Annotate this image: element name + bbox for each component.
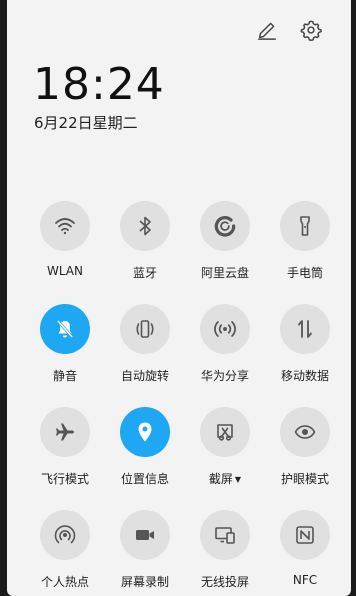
toggle-label: 无线投屏 xyxy=(200,575,249,589)
toggle-label: WLAN xyxy=(46,264,83,278)
pencil-icon[interactable] xyxy=(253,16,281,44)
toggle-huawei-share[interactable]: 华为分享 xyxy=(185,304,265,384)
toggle-screen-record[interactable]: 屏幕录制 xyxy=(105,510,185,590)
eye-comfort-circle[interactable] xyxy=(280,407,330,457)
toggle-label: 静音 xyxy=(52,369,77,383)
toggle-auto-rotate[interactable]: 自动旋转 xyxy=(105,304,185,384)
toggle-wlan[interactable]: WLAN xyxy=(25,201,105,278)
dropdown-caret-icon[interactable]: ▼ xyxy=(235,475,241,484)
quick-settings-panel: 18:24 6月22日星期二 WLAN 蓝牙 阿里云盘 手电筒 静音 自动旋转 … xyxy=(7,0,351,596)
toggle-label: 截屏 ▼ xyxy=(185,470,265,487)
airplane-circle[interactable] xyxy=(40,407,90,457)
bluetooth-icon xyxy=(139,216,151,236)
screen-record-circle[interactable] xyxy=(120,510,170,560)
toggle-flashlight[interactable]: 手电筒 xyxy=(265,201,345,281)
screenshot-label-text: 截屏 xyxy=(208,472,233,486)
huawei-share-circle[interactable] xyxy=(200,304,250,354)
gear-icon[interactable] xyxy=(297,16,325,44)
nfc-icon xyxy=(296,526,314,544)
location-pin-icon xyxy=(138,422,152,442)
toggle-screenshot[interactable]: 截屏 ▼ xyxy=(185,407,265,487)
toggle-screen-cast[interactable]: 无线投屏 xyxy=(185,510,265,590)
bluetooth-circle[interactable] xyxy=(120,201,170,251)
auto-rotate-circle[interactable] xyxy=(120,304,170,354)
toggle-label: 飞行模式 xyxy=(40,472,89,486)
nfc-circle[interactable] xyxy=(280,510,330,560)
toggle-bluetooth[interactable]: 蓝牙 xyxy=(105,201,185,281)
hotspot-circle[interactable] xyxy=(40,510,90,560)
toggle-mute[interactable]: 静音 xyxy=(25,304,105,384)
aliyun-circle[interactable] xyxy=(200,201,250,251)
cloud-drive-icon xyxy=(214,216,236,237)
screen-cast-circle[interactable] xyxy=(200,510,250,560)
hotspot-icon xyxy=(54,525,76,544)
mobile-data-circle[interactable] xyxy=(280,304,330,354)
toggle-label: 阿里云盘 xyxy=(200,266,249,280)
flashlight-icon xyxy=(300,216,310,236)
screen-cast-icon xyxy=(215,527,235,544)
date-text: 6月22日星期二 xyxy=(34,114,138,132)
mobile-data-icon xyxy=(298,320,312,338)
toggle-label: 护眼模式 xyxy=(280,472,329,486)
toggle-label: 蓝牙 xyxy=(132,266,157,280)
share-signal-icon xyxy=(214,321,236,337)
video-record-icon xyxy=(136,530,154,540)
bell-muted-icon xyxy=(56,320,74,338)
toggle-hotspot[interactable]: 个人热点 xyxy=(25,510,105,590)
toggle-mobile-data[interactable]: 移动数据 xyxy=(265,304,345,384)
toggle-eye-comfort[interactable]: 护眼模式 xyxy=(265,407,345,487)
auto-rotate-icon xyxy=(136,320,154,338)
toggle-airplane[interactable]: 飞行模式 xyxy=(25,407,105,487)
header-actions xyxy=(253,16,325,44)
toggle-label: 个人热点 xyxy=(40,575,89,589)
clock-time: 18:24 xyxy=(33,59,165,110)
mute-circle[interactable] xyxy=(40,304,90,354)
wifi-icon xyxy=(55,218,75,235)
toggle-aliyun[interactable]: 阿里云盘 xyxy=(185,201,265,281)
toggle-location[interactable]: 位置信息 xyxy=(105,407,185,487)
toggle-label: 位置信息 xyxy=(120,472,169,486)
wlan-circle[interactable] xyxy=(40,201,90,251)
toggle-nfc[interactable]: NFC xyxy=(265,510,345,587)
flashlight-circle[interactable] xyxy=(280,201,330,251)
toggle-label: 移动数据 xyxy=(280,369,329,383)
toggle-label: 华为分享 xyxy=(200,369,249,383)
toggle-label: 手电筒 xyxy=(286,266,323,280)
toggle-label: NFC xyxy=(292,573,318,587)
toggle-label: 自动旋转 xyxy=(120,369,169,383)
screenshot-circle[interactable] xyxy=(200,407,250,457)
location-circle[interactable] xyxy=(120,407,170,457)
toggle-label: 屏幕录制 xyxy=(120,575,169,589)
screenshot-icon xyxy=(217,424,233,441)
airplane-icon xyxy=(56,423,74,441)
eye-icon xyxy=(294,425,316,439)
